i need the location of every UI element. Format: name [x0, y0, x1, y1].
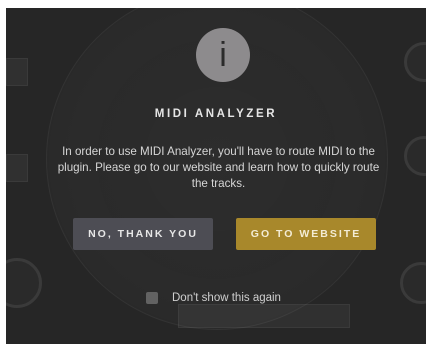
dialog-message: In order to use MIDI Analyzer, you'll ha…: [57, 145, 380, 190]
dialog-title: MIDI ANALYZER: [154, 108, 278, 120]
info-icon: i: [196, 28, 250, 82]
dont-show-again-option[interactable]: Don't show this again: [146, 290, 281, 306]
no-thank-you-button[interactable]: NO, THANK YOU: [73, 218, 213, 250]
dont-show-again-label: Don't show this again: [172, 292, 281, 304]
midi-analyzer-dialog: i MIDI ANALYZER In order to use MIDI Ana…: [6, 8, 426, 344]
plugin-window: i MIDI ANALYZER In order to use MIDI Ana…: [6, 8, 426, 344]
dont-show-again-checkbox[interactable]: [146, 292, 158, 304]
go-to-website-button[interactable]: GO TO WEBSITE: [236, 218, 376, 250]
